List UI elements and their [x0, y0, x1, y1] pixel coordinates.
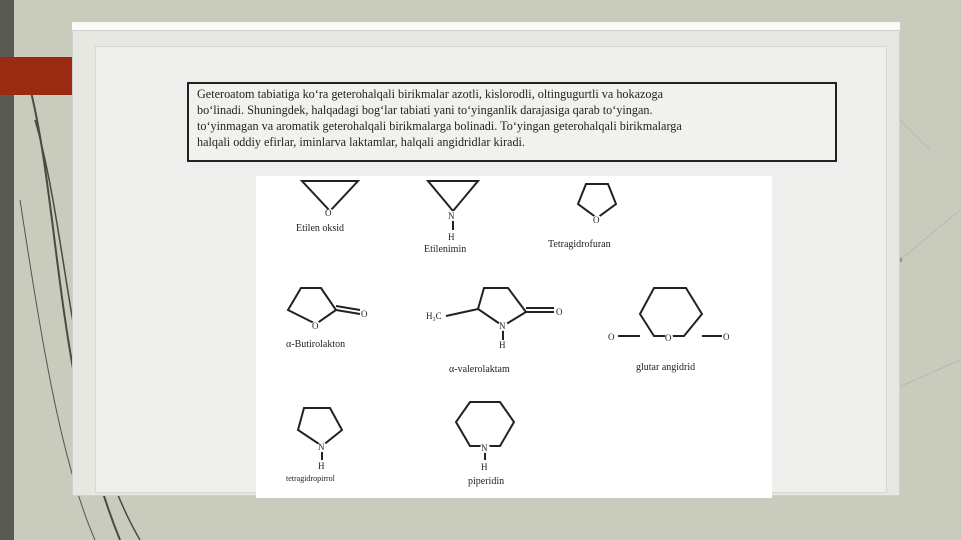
butirolakton-structure: O O [286, 287, 368, 331]
slide-frame: Geteroatom tabiatiga ko‘ra geterohalqali… [72, 30, 900, 498]
svg-text:O: O [723, 332, 730, 342]
structures-image: O N H O O O N H H₃C O O O O N H N H Etil… [256, 176, 772, 498]
svg-text:O: O [665, 333, 672, 343]
svg-text:O: O [325, 208, 332, 218]
svg-text:O: O [312, 321, 319, 331]
svg-text:N: N [318, 442, 325, 452]
accent-red-tab [0, 57, 72, 95]
svg-text:H: H [448, 232, 455, 242]
tetragidrofuran-structure: O [576, 183, 618, 225]
label-valerolaktam: α-valerolaktam [449, 364, 510, 375]
label-tetragidropirrol: tetragidropirrol [286, 474, 335, 483]
etilen-oksid-structure: O [299, 180, 361, 218]
paragraph-line: Geteroatom tabiatiga ko‘ra geterohalqali… [197, 87, 664, 101]
svg-text:H₃C: H₃C [426, 311, 442, 321]
piperidin-structure: N H [454, 401, 516, 472]
svg-text:H: H [499, 340, 506, 350]
slide-content: Geteroatom tabiatiga ko‘ra geterohalqali… [95, 46, 887, 498]
svg-text:O: O [361, 309, 368, 319]
label-piperidin: piperidin [468, 476, 505, 487]
etilenimin-structure: N H [425, 180, 481, 242]
label-etilen-oksid: Etilen oksid [296, 223, 345, 234]
svg-text:H: H [318, 461, 325, 471]
paragraph-line: to‘yinmagan va aromatik geterohalqali bi… [197, 119, 682, 133]
paragraph-line: bo‘linadi. Shuningdek, halqadagi bog‘lar… [197, 103, 653, 117]
tetragidropirrol-structure: N H [296, 407, 344, 471]
svg-text:O: O [608, 332, 615, 342]
paragraph-line: halqali oddiy efirlar, iminlarva laktaml… [197, 135, 525, 149]
definition-textbox: Geteroatom tabiatiga ko‘ra geterohalqali… [187, 82, 837, 162]
label-tetragidrofuran: Tetragidrofuran [548, 239, 611, 250]
glutar-angidrid-structure: O O O [608, 287, 730, 343]
svg-text:O: O [593, 215, 600, 225]
svg-text:N: N [448, 211, 455, 221]
label-glutar-angidrid: glutar angidrid [636, 362, 696, 373]
svg-text:N: N [481, 443, 488, 453]
svg-text:H: H [481, 462, 488, 472]
label-butirolakton: α-Butirolakton [286, 339, 346, 350]
label-etilenimin: Etilenimin [424, 244, 467, 255]
valerolaktam-structure: N H H₃C O [426, 287, 563, 350]
svg-text:N: N [499, 321, 506, 331]
svg-text:O: O [556, 307, 563, 317]
